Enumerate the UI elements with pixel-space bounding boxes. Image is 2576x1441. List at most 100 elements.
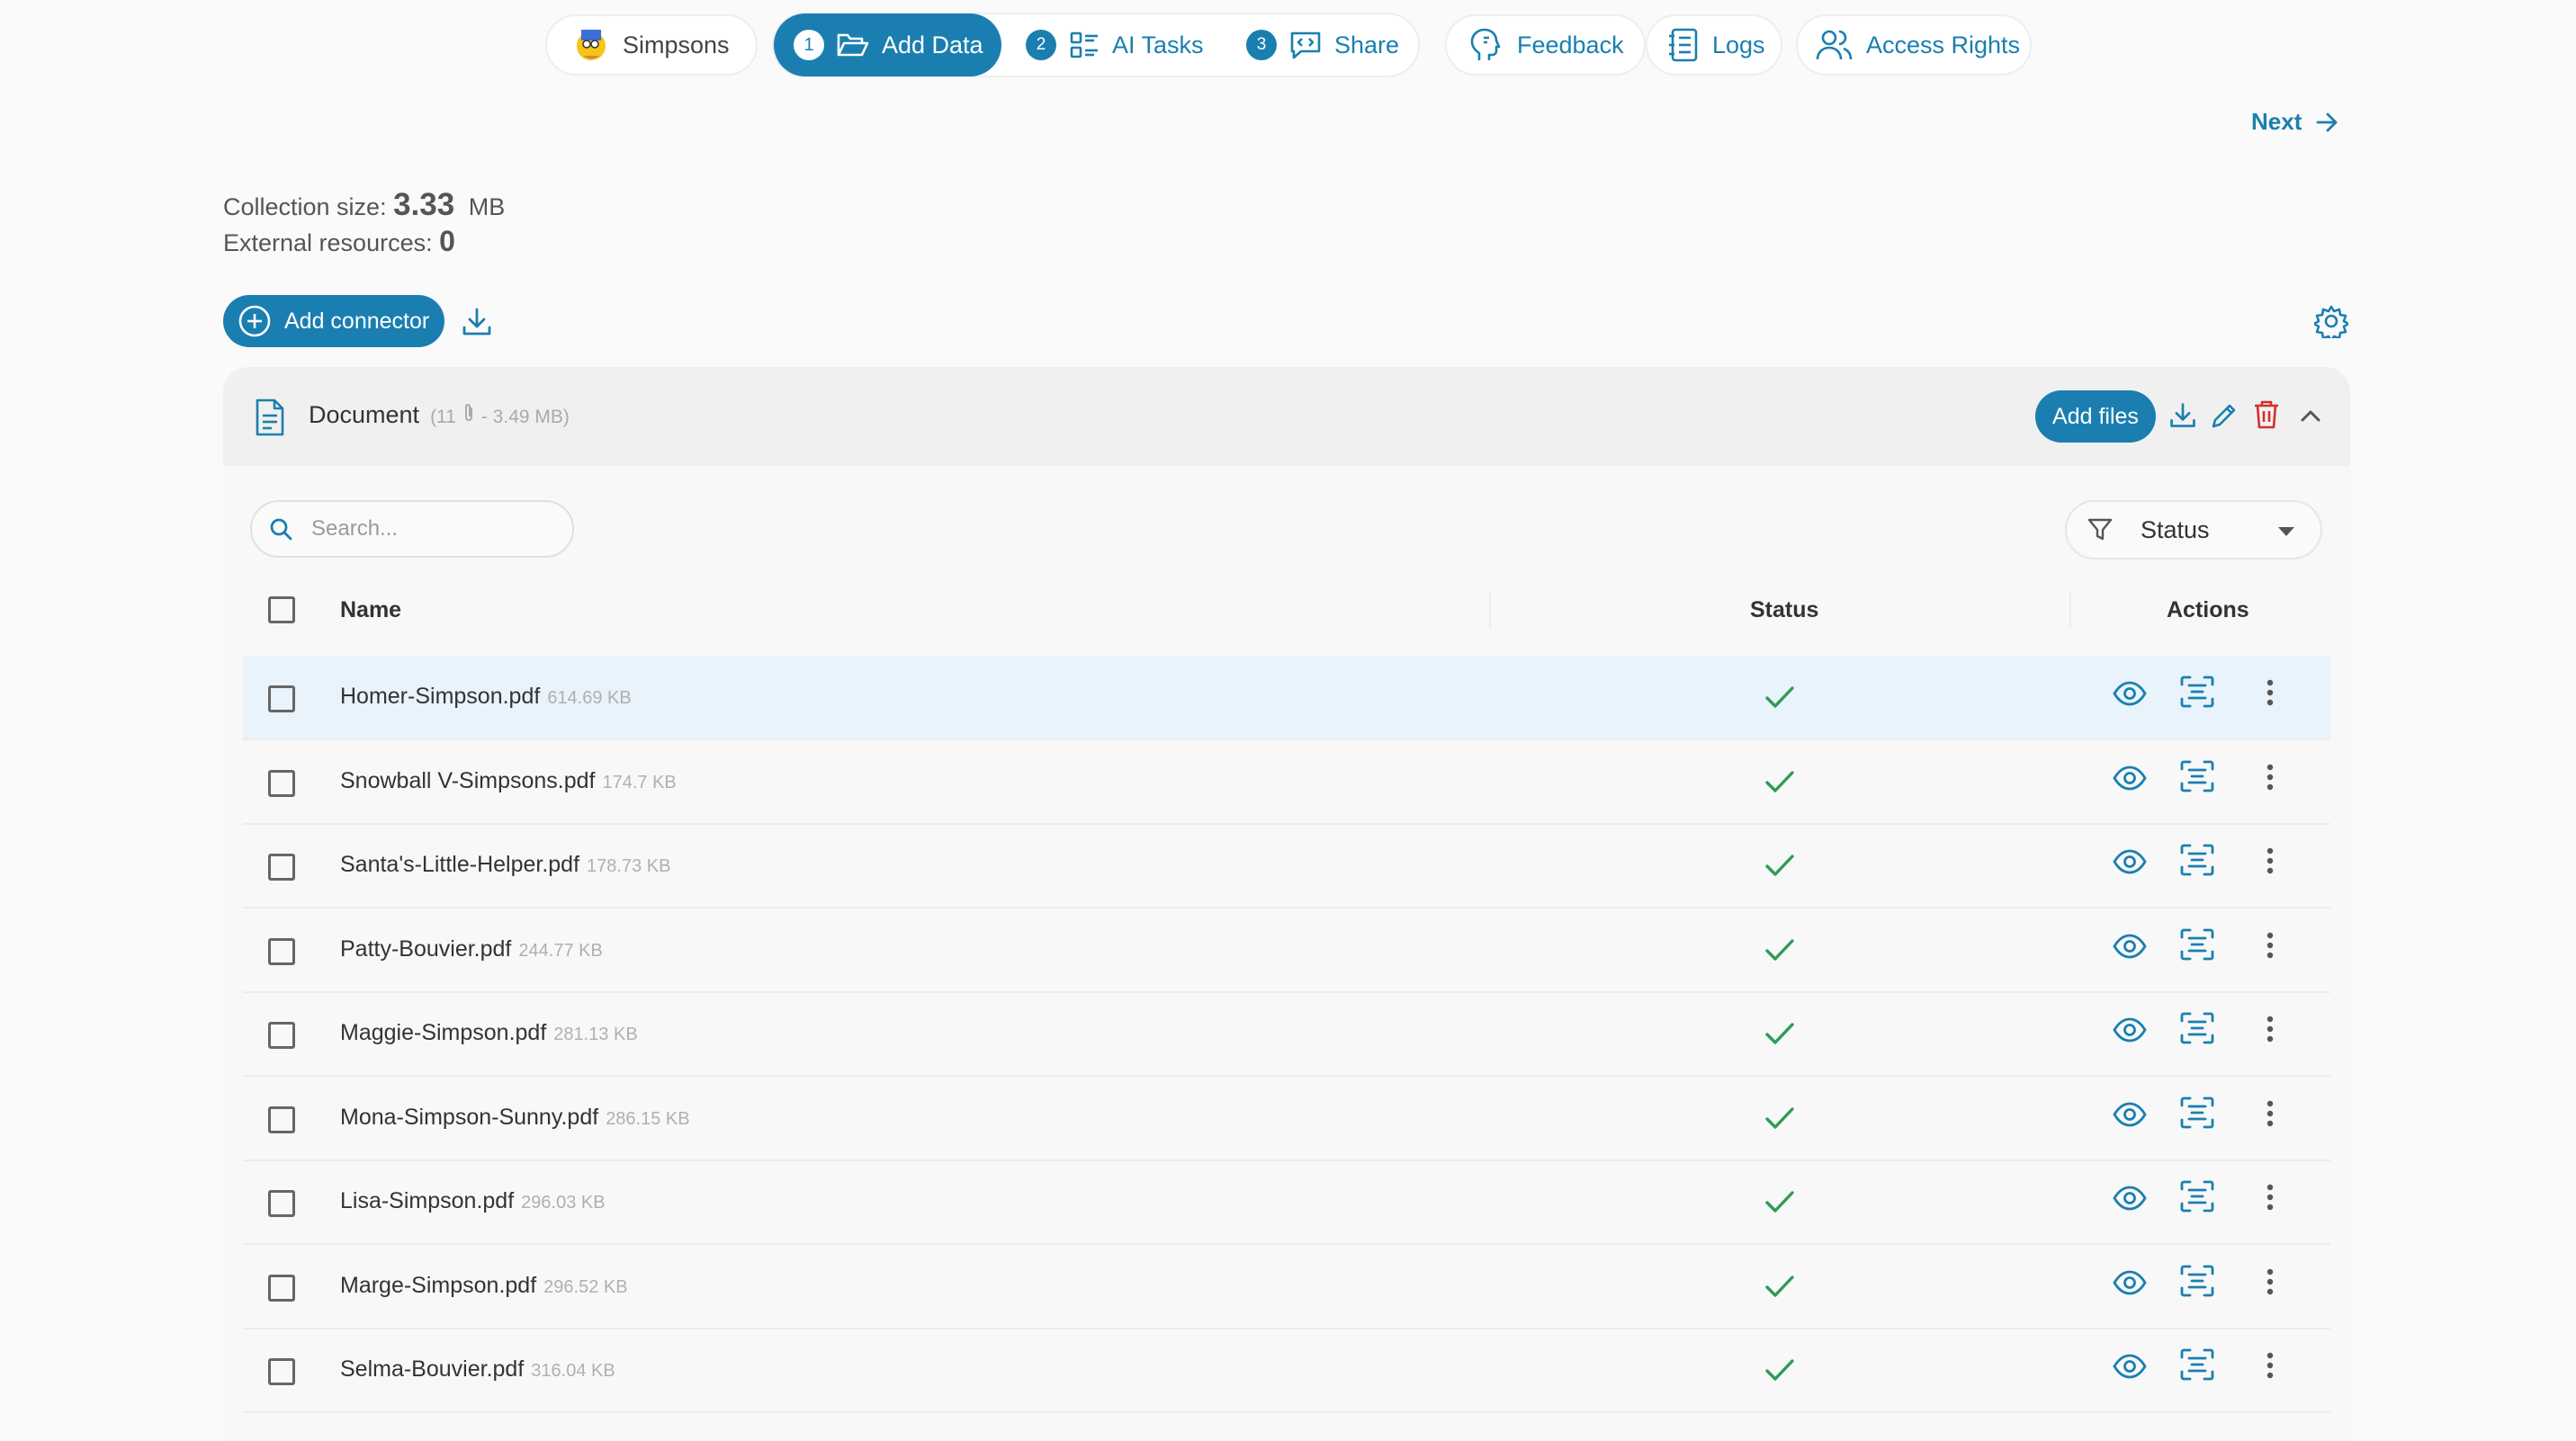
step-share[interactable]: 3 Share [1246,13,1399,76]
row-checkbox[interactable] [268,1358,295,1385]
row-checkbox[interactable] [268,854,295,881]
table-row[interactable]: Homer-Simpson.pdf 614.69 KB [243,657,2330,740]
row-checkbox[interactable] [268,1190,295,1217]
logs-label: Logs [1712,31,1765,58]
table-row[interactable]: Patty-Bouvier.pdf 244.77 KB [243,909,2330,993]
next-button[interactable]: Next [2251,108,2339,136]
file-name-cell: Snowball V-Simpsons.pdf 174.7 KB [340,768,677,794]
access-rights-label: Access Rights [1866,31,2021,58]
status-check-icon [1764,1188,1796,1220]
project-pill[interactable]: Simpsons [545,14,758,76]
paperclip-icon [464,404,472,421]
view-eye-icon[interactable] [2113,848,2147,880]
external-resources-label: External resources: [223,229,433,256]
file-name: Selma-Bouvier.pdf [340,1356,525,1382]
file-name: Mona-Simpson-Sunny.pdf [340,1104,599,1130]
logs-notebook-icon [1669,28,1698,62]
file-name-cell: Marge-Simpson.pdf 296.52 KB [340,1273,628,1299]
add-connector-button[interactable]: Add connector [223,295,444,347]
ocr-scan-icon[interactable] [2179,927,2215,966]
more-vertical-icon[interactable] [2266,1267,2275,1301]
file-size: 244.77 KB [518,940,603,961]
download-icon[interactable] [2168,401,2197,430]
table-row[interactable]: Snowball V-Simpsons.pdf 174.7 KB [243,741,2330,825]
edit-pencil-icon[interactable] [2210,401,2239,430]
step-label: AI Tasks [1112,31,1204,58]
more-vertical-icon[interactable] [2266,846,2275,880]
feedback-button[interactable]: Feedback [1445,14,1646,76]
search-icon [270,518,292,541]
settings-gear-icon[interactable] [2314,304,2348,338]
more-vertical-icon[interactable] [2266,1351,2275,1384]
add-files-button[interactable]: Add files [2035,390,2156,443]
status-filter-select[interactable]: Status [2065,500,2322,559]
ocr-scan-icon[interactable] [2179,1096,2215,1134]
file-name: Homer-Simpson.pdf [340,684,541,709]
table-row[interactable]: Maggie-Simpson.pdf 281.13 KB [243,993,2330,1077]
more-vertical-icon[interactable] [2266,931,2275,964]
status-check-icon [1764,1020,1796,1052]
row-checkbox[interactable] [268,937,295,965]
file-name-cell: Selma-Bouvier.pdf 316.04 KB [340,1356,615,1383]
ocr-scan-icon[interactable] [2179,1011,2215,1050]
row-checkbox[interactable] [268,769,295,797]
logs-button[interactable]: Logs [1646,14,1782,76]
search-box[interactable] [250,500,574,558]
step-label: Share [1334,31,1400,58]
column-header-actions: Actions [2167,597,2249,622]
ocr-scan-icon[interactable] [2179,1264,2215,1302]
status-check-icon [1764,768,1796,800]
row-checkbox[interactable] [268,1022,295,1049]
more-vertical-icon[interactable] [2266,678,2275,712]
add-files-label: Add files [2052,403,2139,429]
more-vertical-icon[interactable] [2266,763,2275,796]
view-eye-icon[interactable] [2113,1353,2147,1384]
download-icon[interactable] [461,306,493,338]
file-name-cell: Homer-Simpson.pdf 614.69 KB [340,684,632,710]
step-ai-tasks[interactable]: 2 AI Tasks [1026,13,1204,76]
ocr-scan-icon[interactable] [2179,843,2215,882]
table-row[interactable]: Lisa-Simpson.pdf 296.03 KB [243,1161,2330,1245]
row-checkbox[interactable] [268,1105,295,1133]
ocr-scan-icon[interactable] [2179,1179,2215,1218]
more-vertical-icon[interactable] [2266,1099,2275,1132]
column-header-name: Name [340,597,402,622]
search-input[interactable] [310,515,556,542]
view-eye-icon[interactable] [2113,1269,2147,1301]
collection-size-unit: MB [468,193,506,220]
file-size: 296.03 KB [521,1193,606,1213]
file-size: 316.04 KB [531,1361,615,1381]
table-row[interactable]: Santa's-Little-Helper.pdf 178.73 KB [243,825,2330,908]
ocr-scan-icon[interactable] [2179,759,2215,798]
more-vertical-icon[interactable] [2266,1183,2275,1216]
view-eye-icon[interactable] [2113,765,2147,796]
access-rights-button[interactable]: Access Rights [1796,14,2032,76]
view-eye-icon[interactable] [2113,1101,2147,1132]
row-checkbox[interactable] [268,685,295,712]
step-number: 3 [1246,30,1277,60]
more-vertical-icon[interactable] [2266,1015,2275,1048]
table-row[interactable]: Mona-Simpson-Sunny.pdf 286.15 KB [243,1078,2330,1161]
view-eye-icon[interactable] [2113,933,2147,964]
view-eye-icon[interactable] [2113,1185,2147,1216]
step-number: 2 [1026,30,1056,60]
delete-trash-icon[interactable] [2253,399,2280,430]
card-meta-count: (11 [430,407,456,427]
file-name: Lisa-Simpson.pdf [340,1188,515,1213]
ocr-scan-icon[interactable] [2179,1347,2215,1386]
step-add-data[interactable]: 1 Add Data [774,13,1001,76]
table-header: Name Status Actions [243,576,2330,644]
row-checkbox[interactable] [268,1274,295,1302]
chevron-up-icon[interactable] [2298,407,2323,425]
step-number: 1 [794,30,824,60]
view-eye-icon[interactable] [2113,680,2147,712]
table-row[interactable]: Selma-Bouvier.pdf 316.04 KB [243,1329,2330,1413]
table-row[interactable]: Marge-Simpson.pdf 296.52 KB [243,1246,2330,1329]
ocr-scan-icon[interactable] [2179,675,2215,713]
file-name-cell: Lisa-Simpson.pdf 296.03 KB [340,1188,606,1214]
view-eye-icon[interactable] [2113,1016,2147,1048]
document-icon [256,398,284,436]
arrow-right-icon [2316,112,2338,131]
file-name: Marge-Simpson.pdf [340,1272,537,1298]
select-all-checkbox[interactable] [268,596,295,623]
